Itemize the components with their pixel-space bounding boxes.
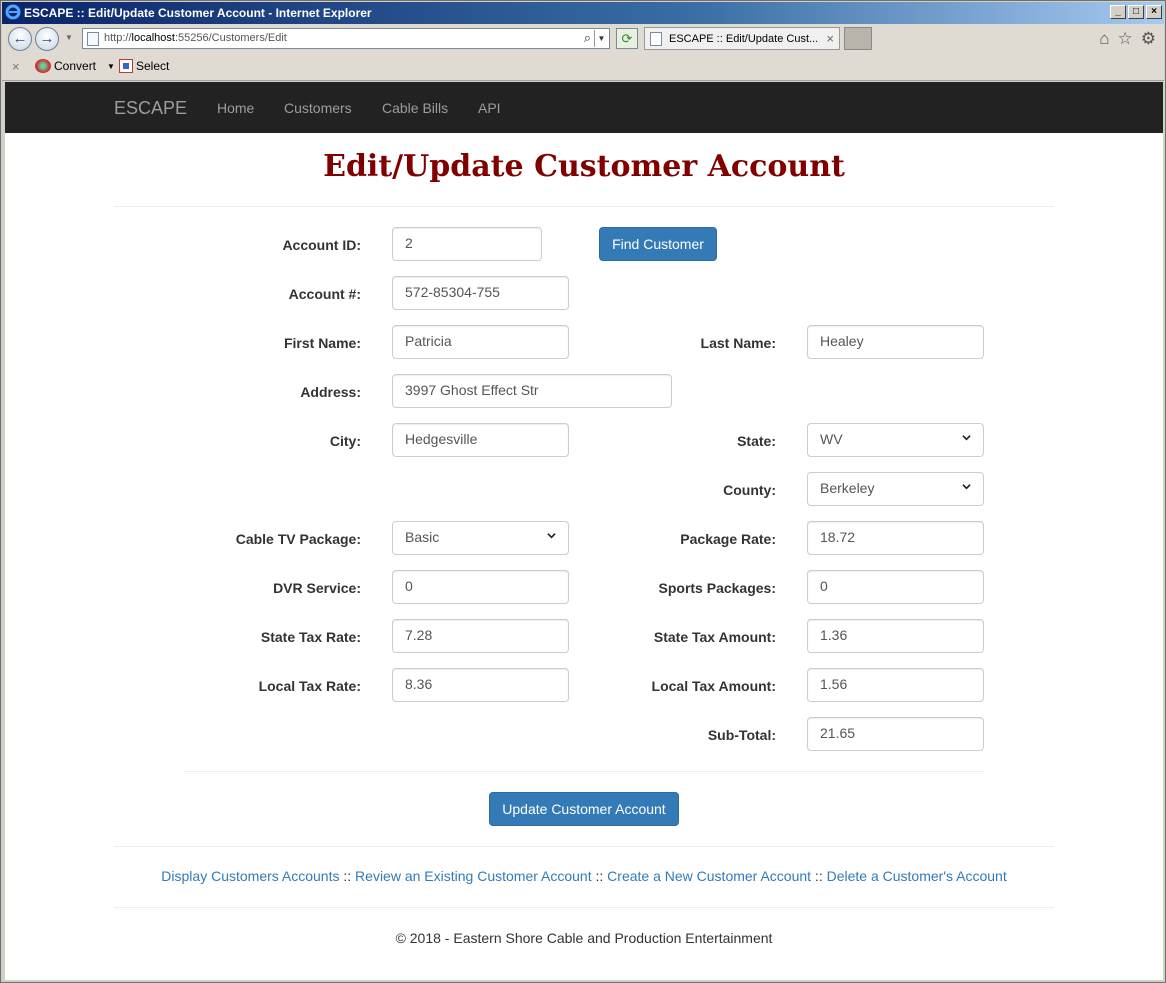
separator: :: [339, 868, 356, 884]
county-select[interactable]: Berkeley [807, 472, 984, 506]
page-icon [87, 32, 99, 46]
nav-link-customers[interactable]: Customers [284, 100, 352, 116]
browser-tab[interactable]: ESCAPE :: Edit/Update Cust... × [644, 27, 840, 50]
last-name-input[interactable]: Healey [807, 325, 984, 359]
browser-window: ESCAPE :: Edit/Update Customer Account -… [0, 0, 1166, 983]
sports-packages-label: Sports Packages: [658, 580, 777, 596]
package-rate-input[interactable]: 18.72 [807, 521, 984, 555]
sports-packages-input[interactable]: 0 [807, 570, 984, 604]
sub-total-input[interactable]: 21.65 [807, 717, 984, 751]
cable-package-selected-value: Basic [405, 529, 440, 545]
select-button[interactable]: Select [119, 59, 169, 73]
nav-link-api[interactable]: API [478, 100, 501, 116]
footer-links: Display Customers Accounts :: Review an … [5, 868, 1163, 884]
convert-icon [35, 59, 51, 73]
chevron-down-icon [962, 484, 971, 490]
chevron-down-icon [962, 435, 971, 441]
star-icon[interactable]: ☆ [1118, 29, 1133, 49]
display-customers-accounts-link[interactable]: Display Customers Accounts [161, 868, 339, 884]
divider [114, 846, 1054, 847]
local-tax-amount-input[interactable]: 1.56 [807, 668, 984, 702]
last-name-label: Last Name: [700, 335, 776, 351]
delete-customer-account-link[interactable]: Delete a Customer's Account [827, 868, 1007, 884]
local-tax-rate-label: Local Tax Rate: [258, 678, 361, 694]
address-bar[interactable]: http://localhost:55256/Customers/Edit ⌕ … [82, 28, 610, 49]
title-bar: ESCAPE :: Edit/Update Customer Account -… [2, 2, 1164, 24]
command-toolbar: × Convert ▼ Select [2, 54, 1164, 81]
state-tax-rate-input[interactable]: 7.28 [392, 619, 569, 653]
convert-button[interactable]: Convert ▼ [35, 59, 115, 73]
account-number-input[interactable]: 572-85304-755 [392, 276, 569, 310]
city-label: City: [329, 433, 361, 449]
close-button[interactable]: × [1146, 5, 1162, 19]
divider [184, 771, 984, 772]
account-id-label: Account ID: [282, 237, 361, 253]
dvr-service-label: DVR Service: [273, 580, 361, 596]
minimize-button[interactable]: _ [1110, 5, 1126, 19]
nav-link-cable-bills[interactable]: Cable Bills [382, 100, 448, 116]
select-label: Select [136, 59, 170, 73]
tab-label: ESCAPE :: Edit/Update Cust... [669, 33, 819, 45]
close-icon[interactable]: × [826, 31, 834, 46]
state-label: State: [737, 433, 776, 449]
local-tax-rate-input[interactable]: 8.36 [392, 668, 569, 702]
divider [114, 907, 1054, 908]
address-input[interactable]: 3997 Ghost Effect Str [392, 374, 672, 408]
create-customer-account-link[interactable]: Create a New Customer Account [607, 868, 811, 884]
window-title: ESCAPE :: Edit/Update Customer Account -… [24, 6, 372, 20]
update-customer-account-button[interactable]: Update Customer Account [489, 792, 679, 826]
local-tax-amount-label: Local Tax Amount: [651, 678, 776, 694]
page-icon [650, 32, 662, 46]
ie-logo-icon [5, 4, 21, 20]
maximize-button[interactable]: □ [1128, 5, 1144, 19]
history-dropdown-icon[interactable]: ▼ [65, 33, 73, 42]
state-selected-value: WV [820, 431, 843, 447]
account-number-label: Account #: [288, 286, 361, 302]
first-name-label: First Name: [283, 335, 361, 351]
account-id-input[interactable]: 2 [392, 227, 542, 261]
state-tax-amount-label: State Tax Amount: [653, 629, 776, 645]
review-customer-account-link[interactable]: Review an Existing Customer Account [355, 868, 592, 884]
chevron-down-icon[interactable]: ▼ [594, 30, 608, 47]
package-rate-label: Package Rate: [680, 531, 776, 547]
city-input[interactable]: Hedgesville [392, 423, 569, 457]
state-tax-amount-input[interactable]: 1.36 [807, 619, 984, 653]
gear-icon[interactable]: ⚙ [1141, 29, 1156, 49]
find-customer-button[interactable]: Find Customer [599, 227, 717, 261]
convert-label: Convert [54, 59, 97, 73]
new-tab-button[interactable] [844, 27, 872, 50]
cable-package-label: Cable TV Package: [235, 531, 361, 547]
chevron-down-icon [547, 533, 556, 539]
separator: :: [591, 868, 608, 884]
first-name-input[interactable]: Patricia [392, 325, 569, 359]
state-tax-rate-label: State Tax Rate: [260, 629, 361, 645]
county-selected-value: Berkeley [820, 480, 875, 496]
address-label: Address: [300, 384, 361, 400]
home-icon[interactable]: ⌂ [1099, 29, 1109, 49]
address-row: ← → ▼ http://localhost:55256/Customers/E… [2, 24, 1164, 54]
divider [114, 206, 1054, 207]
chevron-down-icon[interactable]: ▼ [107, 62, 115, 71]
cable-package-select[interactable]: Basic [392, 521, 569, 555]
select-icon [119, 59, 133, 73]
sub-total-label: Sub-Total: [707, 727, 776, 743]
copyright-text: © 2018 - Eastern Shore Cable and Product… [395, 930, 773, 946]
county-label: County: [723, 482, 776, 498]
site-navbar: ESCAPE Home Customers Cable Bills API [5, 82, 1163, 133]
search-icon[interactable]: ⌕ [584, 30, 591, 46]
state-select[interactable]: WV [807, 423, 984, 457]
url-text: http://localhost:55256/Customers/Edit [104, 32, 287, 44]
brand-link[interactable]: ESCAPE [114, 98, 187, 119]
close-icon[interactable]: × [12, 59, 20, 74]
page-viewport: ESCAPE Home Customers Cable Bills API Ed… [5, 82, 1163, 980]
separator: :: [811, 868, 827, 884]
forward-arrow-icon[interactable]: → [35, 27, 59, 51]
back-arrow-icon[interactable]: ← [8, 27, 32, 51]
page-title: Edit/Update Customer Account [323, 149, 845, 184]
dvr-service-input[interactable]: 0 [392, 570, 569, 604]
refresh-icon[interactable]: ⟳ [616, 28, 638, 49]
nav-link-home[interactable]: Home [217, 100, 254, 116]
